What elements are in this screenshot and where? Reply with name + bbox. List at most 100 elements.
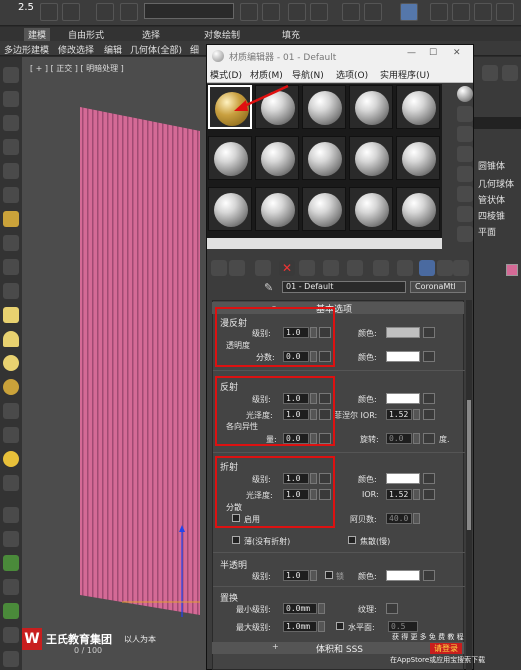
cmd-item-pyramid[interactable]: 四棱锥 — [478, 209, 505, 222]
sample-slot-5[interactable] — [396, 85, 440, 129]
put-to-library-icon[interactable] — [323, 260, 339, 276]
sample-type-icon[interactable] — [457, 86, 473, 102]
sample-slot-14[interactable] — [349, 187, 393, 231]
material-name-field[interactable]: 01 - Default — [282, 281, 406, 293]
backlight-icon[interactable] — [457, 106, 473, 122]
tab-selection[interactable]: 选择 — [142, 28, 160, 41]
translucency-section-color-map[interactable] — [423, 570, 435, 581]
reflection-color-swatch[interactable] — [386, 393, 420, 404]
background-icon[interactable] — [457, 126, 473, 142]
sample-slot-13[interactable] — [302, 187, 346, 231]
hook-icon[interactable] — [3, 651, 19, 667]
scrollbar-thumb[interactable] — [467, 400, 471, 530]
sample-slot-11[interactable] — [208, 187, 252, 231]
edit-named-selection-button[interactable] — [120, 3, 138, 21]
sample-slot-12[interactable] — [255, 187, 299, 231]
pink-panel-object[interactable] — [22, 57, 222, 670]
cmd-item-plane[interactable]: 平面 — [478, 225, 496, 238]
go-to-parent-icon[interactable] — [419, 260, 435, 276]
displacement-texture-map[interactable] — [386, 603, 398, 614]
cmd-item-tube[interactable]: 管状体 — [478, 193, 505, 206]
align-button[interactable] — [262, 3, 280, 21]
anisotropy-rotation-input[interactable]: 0.0 — [386, 433, 412, 444]
tab-modeling[interactable]: 建模 — [24, 28, 51, 41]
diffuse-color-map[interactable] — [423, 327, 435, 338]
get-material-icon[interactable] — [211, 260, 227, 276]
teapot-icon[interactable] — [3, 67, 19, 83]
translucency-color-swatch[interactable] — [386, 351, 420, 362]
sphere-icon[interactable] — [3, 355, 19, 371]
tab-object-paint[interactable]: 对象绘制 — [204, 28, 240, 41]
tab-populate[interactable]: 填充 — [282, 28, 300, 41]
table-icon[interactable] — [3, 163, 19, 179]
water-level-checkbox[interactable] — [336, 622, 344, 630]
grid-icon[interactable] — [3, 115, 19, 131]
bottom-rollout-header[interactable]: + 体积和 SSS — [212, 642, 464, 655]
show-in-viewport-icon[interactable] — [373, 260, 389, 276]
pick-from-object-icon[interactable] — [453, 260, 469, 276]
tree-icon[interactable] — [3, 555, 19, 571]
camera-icon[interactable] — [3, 259, 19, 275]
toggle-ribbon-button[interactable] — [310, 3, 328, 21]
cmd-item-geosphere[interactable]: 几何球体 — [478, 177, 514, 190]
snap-button[interactable] — [40, 3, 58, 21]
refraction-color-map[interactable] — [423, 473, 435, 484]
render-setup-button[interactable] — [430, 3, 448, 21]
sample-slot-10[interactable] — [396, 136, 440, 180]
render-button[interactable] — [474, 3, 492, 21]
curve-editor-button[interactable] — [342, 3, 360, 21]
eyedropper-icon[interactable]: ✎ — [264, 281, 278, 294]
put-to-scene-icon[interactable] — [229, 260, 245, 276]
assign-to-selection-icon[interactable] — [255, 260, 271, 276]
material-id-icon[interactable] — [347, 260, 363, 276]
abbe-number-input[interactable]: 40.0 — [386, 513, 412, 524]
refraction-color-swatch[interactable] — [386, 473, 420, 484]
sample-slot-7[interactable] — [255, 136, 299, 180]
percent-snap-button[interactable] — [62, 3, 80, 21]
refraction-ior-input[interactable]: 1.52 — [386, 489, 412, 500]
go-forward-sibling-icon[interactable] — [437, 260, 453, 276]
sample-slot-9[interactable] — [349, 136, 393, 180]
layer-button[interactable] — [288, 3, 306, 21]
abbe-number-spinner[interactable] — [413, 513, 420, 524]
ribbon-geometry-all[interactable]: 几何体(全部) — [130, 43, 182, 56]
sample-slot-3[interactable] — [302, 85, 346, 129]
select-by-material-icon[interactable] — [457, 226, 473, 242]
pyramid-icon[interactable] — [3, 427, 19, 443]
uv-tiling-icon[interactable] — [457, 146, 473, 162]
slots-horizontal-scrollbar[interactable] — [207, 238, 442, 249]
displacement-max-input[interactable]: 1.0mm — [283, 621, 317, 632]
box-icon[interactable] — [3, 139, 19, 155]
speaker-icon[interactable] — [3, 235, 19, 251]
me-close-button[interactable]: ✕ — [453, 48, 461, 58]
render-production-button[interactable] — [496, 3, 514, 21]
named-selection-dropdown[interactable] — [144, 3, 234, 19]
cmd-item-cone[interactable]: 圆锥体 — [478, 159, 505, 172]
spinner-snap-button[interactable] — [96, 3, 114, 21]
brush-icon[interactable] — [3, 531, 19, 547]
cone-icon[interactable] — [3, 403, 19, 419]
mirror-button[interactable] — [240, 3, 258, 21]
ribbon-modify-selection[interactable]: 修改选择 — [58, 43, 94, 56]
show-end-result-icon[interactable] — [397, 260, 413, 276]
material-type-button[interactable]: CoronaMtl — [410, 281, 466, 293]
light-icon[interactable] — [3, 211, 19, 227]
panel-icon[interactable] — [3, 187, 19, 203]
diffuse-color-swatch[interactable] — [386, 327, 420, 338]
ribbon-subdivision[interactable]: 细 — [190, 43, 199, 56]
tab-freeform[interactable]: 自由形式 — [68, 28, 104, 41]
hemisphere-icon[interactable] — [3, 331, 19, 347]
fresnel-ior-input[interactable]: 1.52 — [386, 409, 412, 420]
translucency-color-map[interactable] — [423, 351, 435, 362]
ribbon-polygon-modeling[interactable]: 多边形建模 — [4, 43, 49, 56]
me-minimize-button[interactable]: — — [407, 48, 416, 58]
sample-slot-8[interactable] — [302, 136, 346, 180]
sample-slot-6[interactable] — [208, 136, 252, 180]
plant-icon[interactable] — [3, 603, 19, 619]
ring-icon[interactable] — [3, 379, 19, 395]
options-icon[interactable] — [457, 206, 473, 222]
rect-icon[interactable] — [3, 307, 19, 323]
gear-icon[interactable] — [3, 579, 19, 595]
water-level-input[interactable]: 0.5 — [388, 621, 418, 632]
translucency-level-spinner[interactable] — [310, 570, 317, 581]
